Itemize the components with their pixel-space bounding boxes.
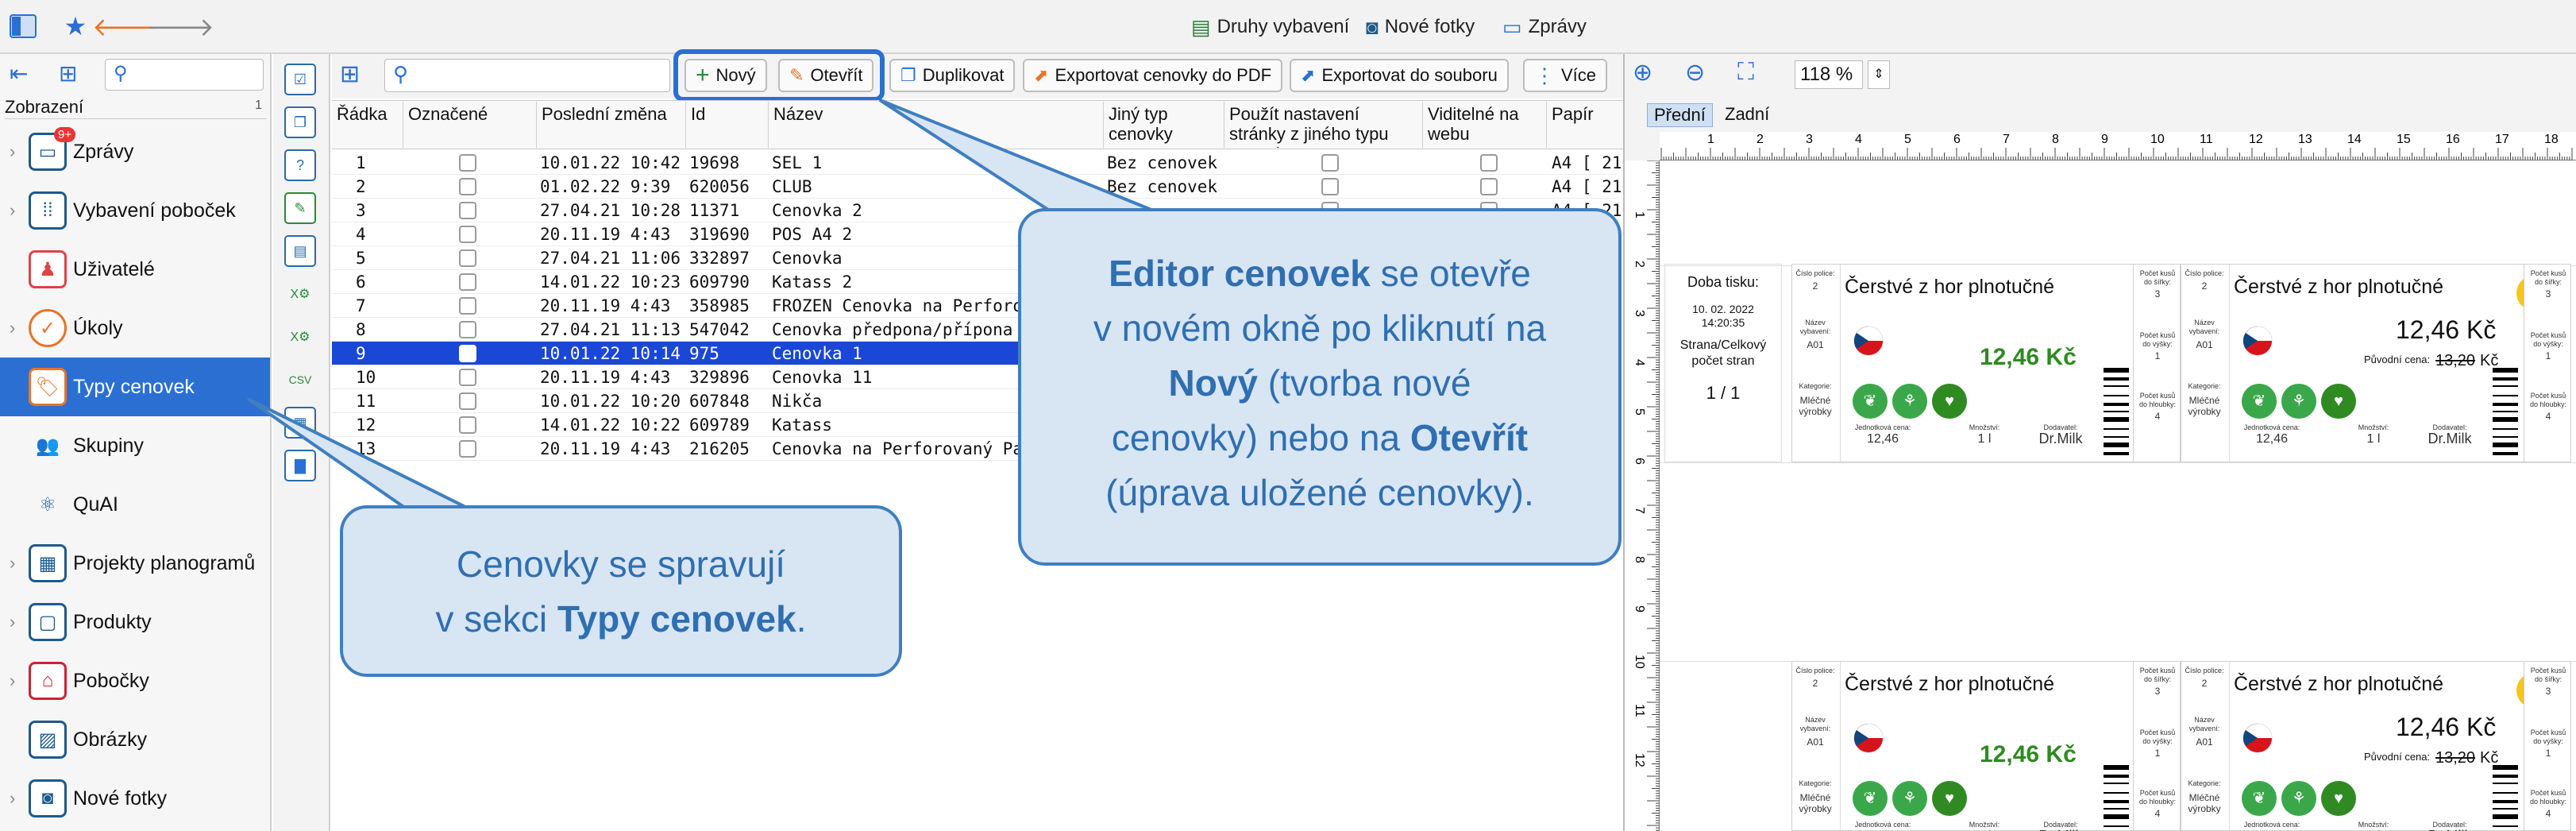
callout-editor-text-5: (úprava uložené cenovky). <box>1105 472 1534 513</box>
callout-editor-text-1: se otevře <box>1370 253 1531 294</box>
callout-editor-bold-new: Nový <box>1168 362 1258 404</box>
callout-editor-text-4: cenovky) nebo na <box>1111 417 1410 458</box>
callout-editor: Editor cenovek se otevře v novém okně po… <box>1018 208 1622 566</box>
callout-sidebar-text-1: Cenovky se spravují <box>456 543 786 585</box>
callout-editor-bold-open: Otevřít <box>1409 417 1529 458</box>
callout-sidebar-text-end: . <box>796 598 807 640</box>
callout-editor-text-3: (tvorba nové <box>1258 362 1471 404</box>
callout-sidebar-text-2: v sekci <box>435 598 557 640</box>
callout-sidebar: Cenovky se spravují v sekci Typy cenovek… <box>340 505 902 677</box>
callout-sidebar-bold: Typy cenovek <box>557 598 796 640</box>
callout-editor-text-2: v novém okně po kliknutí na <box>1093 307 1547 349</box>
callout-editor-bold-1: Editor cenovek <box>1109 253 1371 294</box>
